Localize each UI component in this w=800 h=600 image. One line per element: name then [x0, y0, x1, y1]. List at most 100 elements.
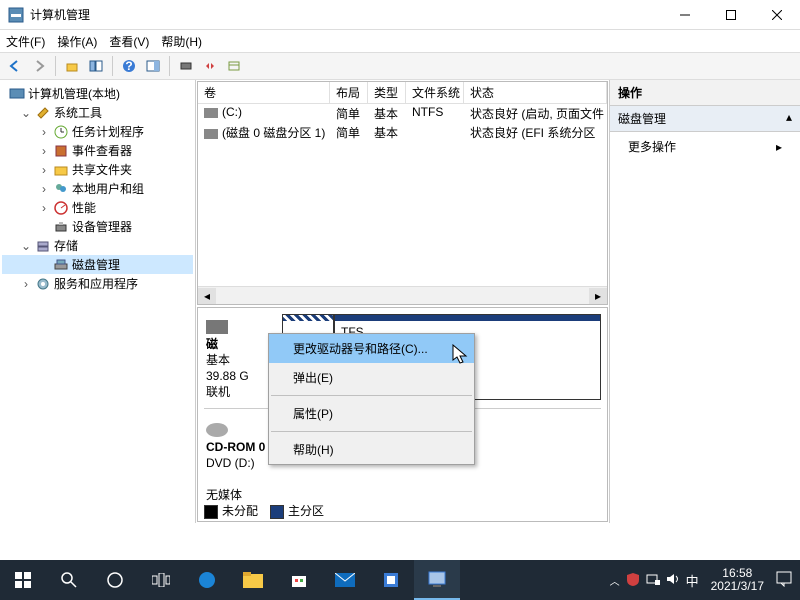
- expand-icon[interactable]: ›: [38, 125, 50, 139]
- header-type[interactable]: 类型: [368, 82, 406, 103]
- show-hide-tree-button[interactable]: [85, 55, 107, 77]
- tray-network-icon[interactable]: [646, 572, 660, 589]
- menu-change-drive-letter[interactable]: 更改驱动器号和路径(C)...: [269, 334, 474, 363]
- users-icon: [53, 181, 69, 197]
- menu-properties[interactable]: 属性(P): [269, 399, 474, 428]
- forward-button[interactable]: [28, 55, 50, 77]
- folder-shared-icon: [53, 162, 69, 178]
- tree-services-apps[interactable]: › 服务和应用程序: [2, 274, 193, 293]
- expand-icon[interactable]: ›: [20, 277, 32, 291]
- menu-separator: [271, 395, 472, 396]
- close-button[interactable]: [754, 0, 800, 30]
- volume-list: 卷 布局 类型 文件系统 状态 (C:) 简单 基本 NTFS 状态良好 (启动…: [197, 81, 608, 305]
- mail-icon[interactable]: [322, 560, 368, 600]
- task-view-button[interactable]: [138, 560, 184, 600]
- tray-chevron-icon[interactable]: ︿: [610, 573, 620, 588]
- start-button[interactable]: [0, 560, 46, 600]
- services-icon: [35, 276, 51, 292]
- tray-security-icon[interactable]: [626, 572, 640, 589]
- taskbar-clock[interactable]: 16:58 2021/3/17: [705, 567, 770, 593]
- scroll-right-icon[interactable]: ▸: [589, 288, 607, 304]
- collapse-icon[interactable]: ⌄: [20, 106, 32, 120]
- legend: 未分配 主分区: [204, 502, 324, 519]
- header-volume[interactable]: 卷: [198, 82, 330, 103]
- expand-icon[interactable]: ›: [38, 144, 50, 158]
- horizontal-scrollbar[interactable]: ◂ ▸: [198, 286, 607, 304]
- up-button[interactable]: [61, 55, 83, 77]
- tree-event-viewer[interactable]: › 事件查看器: [2, 141, 193, 160]
- maximize-button[interactable]: [708, 0, 754, 30]
- tree-system-tools[interactable]: ⌄ 系统工具: [2, 103, 193, 122]
- system-tray: ︿ 中 16:58 2021/3/17: [610, 567, 800, 593]
- toolbar: ?: [0, 52, 800, 80]
- header-layout[interactable]: 布局: [330, 82, 368, 103]
- action-pane-button[interactable]: [142, 55, 164, 77]
- search-button[interactable]: [46, 560, 92, 600]
- chevron-right-icon: ▸: [776, 140, 782, 154]
- drive-icon: [204, 108, 218, 118]
- header-status[interactable]: 状态: [464, 82, 607, 103]
- list-button[interactable]: [223, 55, 245, 77]
- security-icon[interactable]: [368, 560, 414, 600]
- triangle-up-icon: ▴: [786, 110, 792, 127]
- expand-icon[interactable]: ›: [38, 163, 50, 177]
- expand-icon[interactable]: ›: [38, 182, 50, 196]
- explorer-icon[interactable]: [230, 560, 276, 600]
- back-button[interactable]: [4, 55, 26, 77]
- compmgmt-taskbar-icon[interactable]: [414, 560, 460, 600]
- tree-shared-folders[interactable]: › 共享文件夹: [2, 160, 193, 179]
- tree-device-manager[interactable]: 设备管理器: [2, 217, 193, 236]
- menu-eject[interactable]: 弹出(E): [269, 363, 474, 392]
- tree-local-users[interactable]: › 本地用户和组: [2, 179, 193, 198]
- context-menu: 更改驱动器号和路径(C)... 弹出(E) 属性(P) 帮助(H): [268, 333, 475, 465]
- tree-storage[interactable]: ⌄ 存储: [2, 236, 193, 255]
- help-button[interactable]: ?: [118, 55, 140, 77]
- menu-separator: [271, 431, 472, 432]
- window-titlebar: 计算机管理: [0, 0, 800, 30]
- menu-file[interactable]: 文件(F): [6, 33, 45, 50]
- app-icon: [8, 7, 24, 23]
- volume-row[interactable]: (C:) 简单 基本 NTFS 状态良好 (启动, 页面文件: [198, 104, 607, 123]
- expand-icon[interactable]: ›: [38, 201, 50, 215]
- header-filesystem[interactable]: 文件系统: [406, 82, 464, 103]
- scroll-left-icon[interactable]: ◂: [198, 288, 216, 304]
- legend-unallocated-swatch: [204, 505, 218, 519]
- tree-performance[interactable]: › 性能: [2, 198, 193, 217]
- edge-icon[interactable]: [184, 560, 230, 600]
- tree-root[interactable]: 计算机管理(本地): [2, 84, 193, 103]
- actions-disk-mgmt[interactable]: 磁盘管理 ▴: [610, 106, 800, 132]
- actions-pane: 操作 磁盘管理 ▴ 更多操作 ▸: [610, 80, 800, 523]
- disk-mgmt-icon: [53, 257, 69, 273]
- perf-icon: [53, 200, 69, 216]
- menubar: 文件(F) 操作(A) 查看(V) 帮助(H): [0, 30, 800, 52]
- volume-row[interactable]: (磁盘 0 磁盘分区 1) 简单 基本 状态良好 (EFI 系统分区: [198, 123, 607, 142]
- event-icon: [53, 143, 69, 159]
- actions-header: 操作: [610, 80, 800, 106]
- menu-help[interactable]: 帮助(H): [269, 435, 474, 464]
- wrench-icon: [35, 105, 51, 121]
- store-icon[interactable]: [276, 560, 322, 600]
- refresh-button[interactable]: [199, 55, 221, 77]
- notifications-icon[interactable]: [776, 571, 792, 590]
- tree-task-scheduler[interactable]: › 任务计划程序: [2, 122, 193, 141]
- legend-primary-swatch: [270, 505, 284, 519]
- menu-view[interactable]: 查看(V): [109, 33, 149, 50]
- menu-help[interactable]: 帮助(H): [161, 33, 202, 50]
- window-title: 计算机管理: [30, 6, 90, 23]
- computer-icon: [9, 86, 25, 102]
- tree-disk-management[interactable]: 磁盘管理: [2, 255, 193, 274]
- storage-icon: [35, 238, 51, 254]
- device-icon: [53, 219, 69, 235]
- collapse-icon[interactable]: ⌄: [20, 239, 32, 253]
- menu-action[interactable]: 操作(A): [57, 33, 97, 50]
- cdrom-icon: [206, 423, 228, 437]
- tray-ime[interactable]: 中: [686, 571, 699, 590]
- actions-more[interactable]: 更多操作 ▸: [610, 132, 800, 161]
- disk-icon: [206, 320, 228, 334]
- navigation-tree: 计算机管理(本地) ⌄ 系统工具 › 任务计划程序 › 事件查看器 › 共享文件…: [0, 80, 196, 523]
- minimize-button[interactable]: [662, 0, 708, 30]
- cortana-button[interactable]: [92, 560, 138, 600]
- tray-volume-icon[interactable]: [666, 572, 680, 589]
- volume-list-header: 卷 布局 类型 文件系统 状态: [198, 82, 607, 104]
- settings-button[interactable]: [175, 55, 197, 77]
